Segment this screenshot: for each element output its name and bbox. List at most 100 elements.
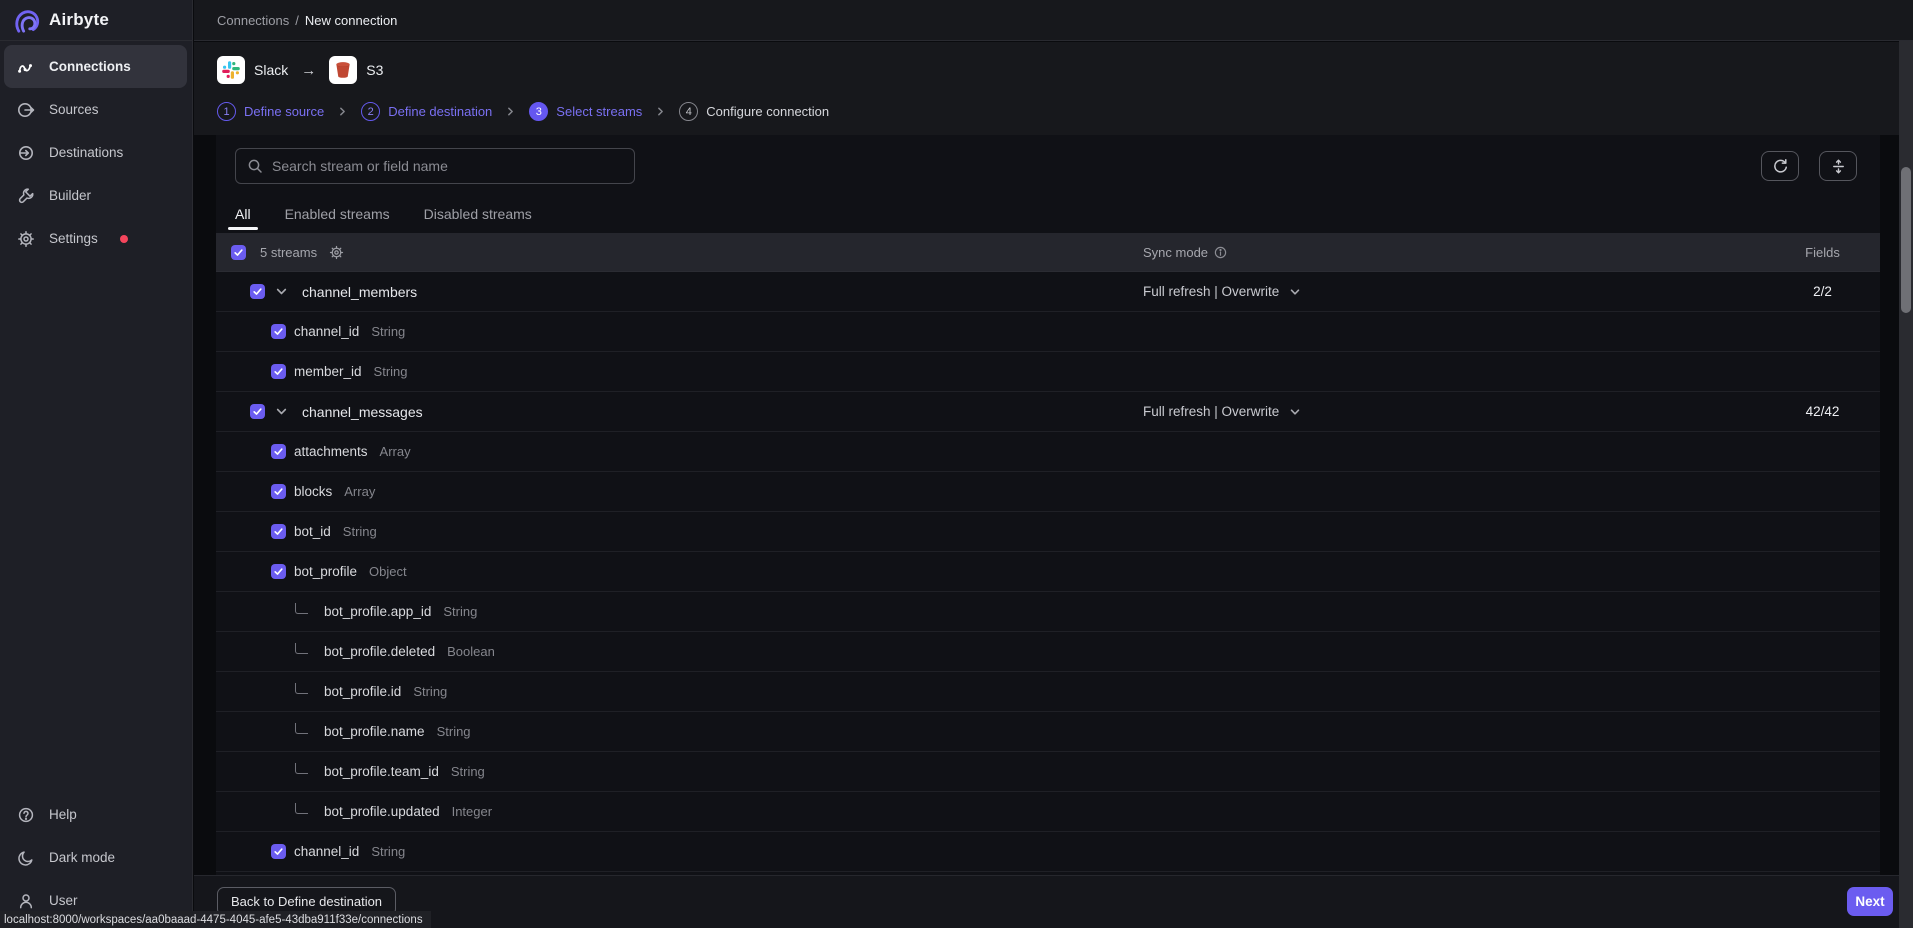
- field-row[interactable]: bot_profile.nameString: [216, 712, 1880, 752]
- streams-header-cell: 5 streams: [216, 233, 1143, 271]
- field-row[interactable]: bot_profile.deletedBoolean: [216, 632, 1880, 672]
- sidebar-item-dark-mode[interactable]: Dark mode: [4, 836, 187, 879]
- field-checkbox[interactable]: [271, 524, 286, 539]
- check-icon: [273, 446, 284, 457]
- name-cell: bot_profile.deletedBoolean: [216, 632, 1143, 671]
- sidebar-item-sources[interactable]: Sources: [4, 88, 187, 131]
- field-type: String: [343, 524, 377, 539]
- field-name: member_id: [294, 364, 362, 379]
- refresh-schema-button[interactable]: [1761, 151, 1799, 181]
- step-configure-connection: 4Configure connection: [679, 102, 829, 121]
- main-content: All Enabled streams Disabled streams 5 str…: [194, 135, 1913, 875]
- streams-count: 5 streams: [260, 245, 317, 260]
- name-cell: bot_profile.idString: [216, 672, 1143, 711]
- chevron-down-icon[interactable]: [275, 285, 288, 298]
- name-cell: bot_profile.updatedInteger: [216, 792, 1143, 831]
- sync-mode-dropdown[interactable]: Full refresh | Overwrite: [1143, 404, 1301, 419]
- sidebar-footer-nav: HelpDark modeUser: [0, 793, 192, 922]
- sync-mode-cell: [1143, 672, 1765, 711]
- field-row[interactable]: bot_profile.app_id String: [216, 592, 1880, 632]
- step-define-destination[interactable]: 2Define destination: [361, 102, 492, 121]
- field-row[interactable]: channel_idString: [216, 832, 1880, 872]
- field-type: String: [443, 604, 477, 619]
- scrollbar-thumb[interactable]: [1901, 167, 1911, 313]
- stream-row[interactable]: channel_membersFull refresh | Overwrite2…: [216, 272, 1880, 312]
- field-type: String: [374, 364, 408, 379]
- step-define-source[interactable]: 1Define source: [217, 102, 324, 121]
- breadcrumb-bar: Connections / New connection: [194, 0, 1913, 41]
- sidebar-item-help[interactable]: Help: [4, 793, 187, 836]
- field-row[interactable]: bot_id String: [216, 512, 1880, 552]
- tab-enabled-streams[interactable]: Enabled streams: [278, 197, 397, 230]
- check-icon: [273, 486, 284, 497]
- field-name: bot_id: [294, 524, 331, 539]
- field-row[interactable]: blocksArray: [216, 472, 1880, 512]
- field-row[interactable]: bot_profile.updatedInteger: [216, 792, 1880, 832]
- field-checkbox[interactable]: [271, 844, 286, 859]
- connection-title: Slack → S3: [217, 56, 383, 84]
- fields-cell: [1765, 632, 1880, 671]
- field-type: Array: [344, 484, 375, 499]
- stream-checkbox[interactable]: [250, 404, 265, 419]
- step-select-streams[interactable]: 3Select streams: [529, 102, 642, 121]
- sidebar-item-connections[interactable]: Connections: [4, 45, 187, 88]
- tab-disabled-streams[interactable]: Disabled streams: [417, 197, 539, 230]
- select-all-checkbox[interactable]: [231, 245, 246, 260]
- field-row[interactable]: bot_profile.team_idString: [216, 752, 1880, 792]
- scrollbar-track[interactable]: [1899, 41, 1913, 928]
- builder-icon: [17, 187, 35, 205]
- field-name: bot_profile.deleted: [324, 644, 435, 659]
- sync-mode-dropdown[interactable]: Full refresh | Overwrite: [1143, 284, 1301, 299]
- field-checkbox[interactable]: [271, 364, 286, 379]
- arrow-right-icon: →: [301, 62, 316, 79]
- name-cell: channel_idString: [216, 832, 1143, 871]
- field-row[interactable]: member_id String: [216, 352, 1880, 392]
- tree-connector-icon: [295, 683, 308, 694]
- field-name: bot_profile.name: [324, 724, 425, 739]
- fields-cell: 2/2: [1765, 272, 1880, 311]
- tree-connector-icon: [295, 603, 308, 614]
- breadcrumb-parent[interactable]: Connections: [217, 13, 289, 28]
- sidebar-item-label: Destinations: [49, 145, 123, 160]
- sync-mode-cell: [1143, 352, 1765, 391]
- sidebar-item-destinations[interactable]: Destinations: [4, 131, 187, 174]
- tab-all[interactable]: All: [228, 197, 258, 230]
- name-cell: channel_idString: [216, 312, 1143, 351]
- stream-row[interactable]: channel_messagesFull refresh | Overwrite…: [216, 392, 1880, 432]
- field-name: bot_profile.app_id: [324, 604, 431, 619]
- chevron-down-icon[interactable]: [275, 405, 288, 418]
- sync-mode-header: Sync mode: [1143, 245, 1208, 260]
- step-number: 3: [529, 102, 548, 121]
- next-button[interactable]: Next: [1847, 887, 1893, 916]
- table-header-row: 5 streams Sync mode Fields: [216, 233, 1880, 272]
- breadcrumb-current: New connection: [305, 13, 398, 28]
- settings-icon: [17, 230, 35, 248]
- fields-count: 2/2: [1813, 284, 1832, 299]
- field-type: String: [371, 844, 405, 859]
- field-row[interactable]: bot_profileObject: [216, 552, 1880, 592]
- sidebar-item-builder[interactable]: Builder: [4, 174, 187, 217]
- sync-mode-cell: Full refresh | Overwrite: [1143, 272, 1765, 311]
- expand-collapse-button[interactable]: [1819, 151, 1857, 181]
- stream-checkbox[interactable]: [250, 284, 265, 299]
- name-cell: member_id String: [216, 352, 1143, 391]
- chevron-down-icon: [1289, 406, 1301, 418]
- sidebar-item-label: Help: [49, 807, 77, 822]
- sync-mode-cell: [1143, 592, 1765, 631]
- field-type: String: [451, 764, 485, 779]
- field-checkbox[interactable]: [271, 564, 286, 579]
- field-checkbox[interactable]: [271, 324, 286, 339]
- notification-dot: [120, 235, 128, 243]
- field-row[interactable]: channel_idString: [216, 312, 1880, 352]
- field-checkbox[interactable]: [271, 484, 286, 499]
- search-input[interactable]: [272, 158, 634, 174]
- field-checkbox[interactable]: [271, 444, 286, 459]
- field-row[interactable]: bot_profile.idString: [216, 672, 1880, 712]
- field-name: bot_profile.id: [324, 684, 401, 699]
- sidebar-item-settings[interactable]: Settings: [4, 217, 187, 260]
- app-logo[interactable]: Airbyte: [0, 0, 192, 41]
- streams-settings-gear-icon[interactable]: [329, 245, 344, 260]
- info-icon[interactable]: [1214, 246, 1227, 259]
- sidebar-item-label: Settings: [49, 231, 98, 246]
- field-row[interactable]: attachmentsArray: [216, 432, 1880, 472]
